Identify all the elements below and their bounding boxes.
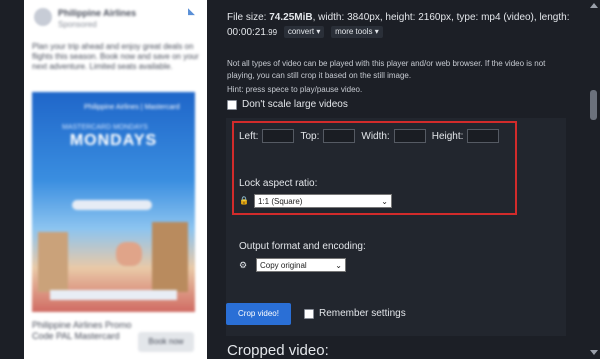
lock-aspect-label: Lock aspect ratio: [239, 178, 318, 189]
lock-icon[interactable]: 🔒 [239, 197, 249, 205]
chevron-down-icon: ▾ [374, 27, 379, 36]
remember-settings-row[interactable]: Remember settings [304, 308, 406, 319]
width-label: , width: [312, 12, 345, 23]
ad-building-left [38, 232, 68, 292]
height-label: Height: [431, 130, 464, 142]
left-input[interactable] [262, 129, 295, 143]
scrollbar[interactable] [587, 0, 600, 359]
output-format-select[interactable]: Copy original ⌄ [256, 258, 346, 272]
output-format-value: Copy original [260, 260, 307, 270]
chevron-down-icon: ⌄ [381, 196, 388, 206]
length-value: 00:00:21 [227, 27, 266, 38]
dont-scale-checkbox[interactable] [227, 99, 237, 110]
chevron-down-icon: ▾ [316, 27, 321, 36]
top-input[interactable] [323, 129, 356, 143]
height-value: 2160px [418, 12, 452, 23]
file-size-label: File size: [227, 12, 267, 23]
ad-brand: Philippine Airlines [58, 8, 137, 18]
ad-building-right [152, 222, 188, 292]
ad-image-title: MONDAYS [69, 132, 158, 149]
convert-button[interactable]: convert ▾ [283, 26, 325, 38]
crop-dimensions-row: Left: Top: Width: Height: [239, 129, 505, 143]
ad-image-brand: Philippine Airlines | Mastercard [84, 104, 180, 111]
width-input[interactable] [393, 129, 426, 143]
more-tools-label: more tools [335, 27, 373, 36]
length-label: , length: [533, 12, 570, 23]
more-tools-button[interactable]: more tools ▾ [331, 26, 383, 38]
ad-logo [34, 8, 52, 26]
main-content: File size: 74.25MiB, width: 3840px, heig… [207, 0, 587, 359]
aspect-ratio-select[interactable]: 1:1 (Square) ⌄ [254, 194, 392, 208]
ad-book-button[interactable]: Book now [138, 332, 194, 352]
output-format-label: Output format and encoding: [239, 241, 366, 252]
left-label: Left: [239, 130, 259, 142]
type-value: mp4 (video) [481, 12, 534, 23]
ad-image[interactable]: Philippine Airlines | Mastercard MASTERC… [32, 92, 195, 312]
file-size-value: 74.25MiB [269, 12, 313, 23]
cropped-video-heading: Cropped video: [227, 342, 329, 359]
ad-sponsored: Sponsored [58, 20, 97, 29]
scrollbar-thumb[interactable] [590, 90, 597, 120]
remember-settings-checkbox[interactable] [304, 308, 314, 319]
remember-settings-label: Remember settings [319, 308, 406, 319]
crop-video-button[interactable]: Crop video! [226, 303, 291, 325]
height-label: , height: [379, 12, 416, 23]
gear-icon[interactable]: ⚙ [239, 260, 249, 271]
type-label: , type: [451, 12, 479, 23]
width-label: Width: [361, 130, 390, 142]
ad-airplane [72, 200, 152, 210]
length-ms: .99 [265, 28, 278, 37]
chevron-down-icon: ⌄ [335, 260, 342, 270]
convert-label: convert [287, 27, 315, 36]
scroll-up-icon[interactable] [590, 3, 598, 8]
ad-image-subtitle: MASTERCARD MONDAYS [62, 124, 148, 131]
dont-scale-row[interactable]: Don't scale large videos [227, 99, 348, 110]
ad-footer-text: Philippine Airlines Promo Code PAL Maste… [32, 320, 132, 341]
left-gutter [0, 0, 24, 359]
file-info: File size: 74.25MiB, width: 3840px, heig… [227, 10, 572, 40]
top-label: Top: [300, 130, 320, 142]
ad-cta-bar [50, 290, 177, 300]
lock-aspect-row: 🔒 1:1 (Square) ⌄ [239, 194, 392, 208]
compatibility-note: Not all types of video can be played wit… [227, 59, 546, 80]
ad-panel[interactable]: Philippine Airlines Sponsored ◣ Plan you… [24, 0, 207, 359]
height-input[interactable] [467, 129, 500, 143]
ad-header: Philippine Airlines Sponsored ◣ [34, 6, 204, 36]
ad-hand [116, 242, 142, 266]
scroll-down-icon[interactable] [590, 350, 598, 355]
aspect-ratio-value: 1:1 (Square) [258, 196, 303, 206]
width-value: 3840px [347, 12, 380, 23]
ad-info-icon[interactable]: ◣ [188, 6, 202, 16]
dont-scale-label: Don't scale large videos [242, 99, 348, 110]
ad-text: Plan your trip ahead and enjoy great dea… [32, 42, 199, 71]
output-format-row: ⚙ Copy original ⌄ [239, 258, 346, 272]
hint-text: Hint: press spece to play/pause video. [227, 85, 363, 94]
